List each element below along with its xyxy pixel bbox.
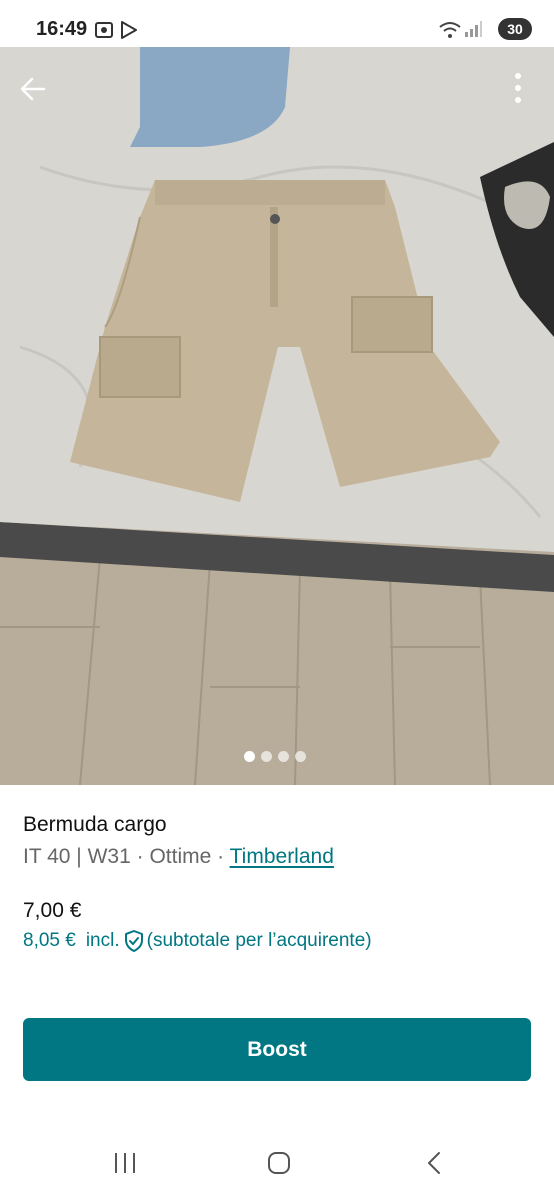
back-arrow-icon[interactable] bbox=[18, 74, 48, 109]
meta-separator: · bbox=[217, 845, 225, 868]
pagination-dot[interactable] bbox=[244, 751, 255, 762]
shield-check-icon[interactable] bbox=[123, 929, 145, 953]
status-time: 16:49 bbox=[36, 18, 88, 40]
pagination-dot[interactable] bbox=[295, 751, 306, 762]
buyer-note: (subtotale per l’acquirente) bbox=[146, 930, 372, 951]
pagination-dot[interactable] bbox=[278, 751, 289, 762]
item-title: Bermuda cargo bbox=[23, 813, 167, 836]
back-icon[interactable] bbox=[422, 1150, 448, 1181]
price-total: 8,05 € bbox=[23, 930, 76, 951]
home-icon[interactable] bbox=[266, 1150, 292, 1181]
battery-indicator: 30 bbox=[498, 18, 532, 40]
incl-label: incl. bbox=[85, 930, 120, 951]
more-options-icon[interactable] bbox=[508, 72, 528, 109]
photo-pagination[interactable] bbox=[244, 751, 306, 762]
signal-icon bbox=[464, 20, 482, 43]
item-price: 7,00 € bbox=[23, 899, 82, 922]
system-nav-bar bbox=[0, 1130, 554, 1200]
listing-photo[interactable] bbox=[0, 47, 554, 785]
buyer-total-row[interactable]: 8,05 € incl. (subtotale per l’acquirente… bbox=[23, 929, 372, 953]
pagination-dot[interactable] bbox=[261, 751, 272, 762]
boost-button[interactable]: Boost bbox=[23, 1018, 531, 1081]
play-store-icon bbox=[120, 20, 138, 45]
recent-apps-icon[interactable] bbox=[112, 1150, 138, 1181]
item-condition: Ottime bbox=[149, 845, 212, 868]
item-size: IT 40 | W31 bbox=[23, 845, 131, 868]
screenshot-icon bbox=[94, 20, 114, 45]
wifi-icon bbox=[438, 20, 462, 45]
meta-separator: · bbox=[136, 845, 144, 868]
brand-link[interactable]: Timberland bbox=[230, 845, 334, 868]
item-meta: IT 40 | W31 · Ottime · Timberland bbox=[23, 845, 334, 869]
photo-image bbox=[0, 47, 554, 785]
